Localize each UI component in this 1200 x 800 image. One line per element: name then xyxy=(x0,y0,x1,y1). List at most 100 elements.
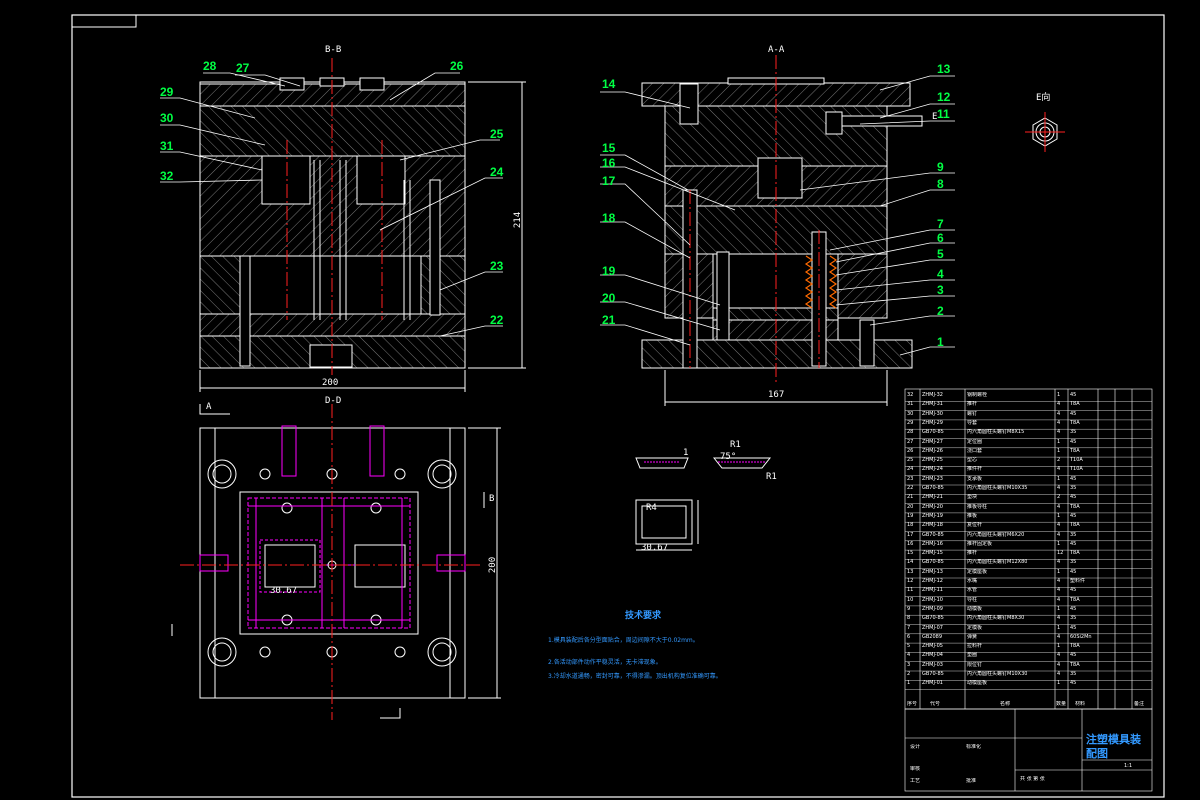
bom-cell: 4 xyxy=(1057,410,1061,417)
bom-cell: 4 xyxy=(1057,503,1061,510)
bom-cell: 9 xyxy=(907,605,911,612)
bom-cell: 4 xyxy=(907,652,911,659)
bom-cell: 内六角圆柱头螺钉M10X35 xyxy=(967,485,1028,491)
plan-section-title: D-D xyxy=(325,396,342,406)
callout-30: 30 xyxy=(160,111,174,125)
callout-19: 19 xyxy=(602,264,616,278)
callout-31: 31 xyxy=(160,139,174,153)
bom-cell: 浇口套 xyxy=(967,447,983,454)
title-check: 审核 xyxy=(910,766,921,772)
bom-cell: 60Si2Mn xyxy=(1070,633,1092,640)
bom-cell: T8A xyxy=(1070,401,1080,408)
bom-cell: ZHMJ-31 xyxy=(922,401,943,408)
bom-cell: T8A xyxy=(1070,503,1080,510)
callout-9: 9 xyxy=(937,160,944,174)
bom-cell: 5 xyxy=(907,643,911,650)
bom-cell: 45 xyxy=(1070,568,1077,575)
bom-cell: GB70-85 xyxy=(922,671,944,677)
bom-cell: T8A xyxy=(1070,522,1080,529)
bom-cell: ZHMJ-07 xyxy=(922,624,943,631)
bom-cell: GB70-85 xyxy=(922,531,944,538)
bom-cell: ZHMJ-15 xyxy=(922,550,943,557)
bom-cell: ZHMJ-30 xyxy=(922,410,943,417)
bom-header-note: 备注 xyxy=(1134,701,1145,707)
bom-cell: 45 xyxy=(1070,680,1077,687)
callout-27: 27 xyxy=(236,61,250,75)
dim-angle: 75° xyxy=(720,452,737,462)
bom-cell: 1 xyxy=(1057,624,1061,631)
title-approve: 批准 xyxy=(966,778,977,784)
bom-cell: 19 xyxy=(907,512,914,519)
bom-cell: 4 xyxy=(1057,615,1061,622)
title-scale: 1:1 xyxy=(1124,763,1133,769)
bom-cell: GB2089 xyxy=(922,633,943,640)
bom-cell: 17 xyxy=(907,531,914,538)
bom-cell: ZHMJ-26 xyxy=(922,447,943,454)
bom-cell: 复位杆 xyxy=(967,522,983,529)
bom-cell: 30 xyxy=(907,410,914,417)
tech-line-1: 1.模具装配后各分型面贴合，周边间隙不大于0.02mm。 xyxy=(548,637,699,644)
dim-r1-b: R1 xyxy=(766,472,777,482)
bom-cell: 45 xyxy=(1070,512,1077,519)
bom-cell: 1 xyxy=(1057,392,1061,398)
bom-cell: 45 xyxy=(1070,605,1077,612)
bom-header-no: 序号 xyxy=(907,701,918,707)
callout-29: 29 xyxy=(160,85,174,99)
callout-25: 25 xyxy=(490,127,504,141)
dim-right-width: 167 xyxy=(768,390,785,400)
drawing-title: 注塑模具装配图 xyxy=(1086,733,1141,760)
title-design: 设计 xyxy=(910,744,921,750)
bom-cell: ZHMJ-09 xyxy=(922,605,943,612)
callout-4: 4 xyxy=(937,267,944,281)
bom-cell: T8A xyxy=(1070,596,1080,603)
bom-cell: 24 xyxy=(907,466,914,473)
bom-cell: 推板 xyxy=(967,512,978,519)
callout-14: 14 xyxy=(602,77,616,91)
bom-cell: ZHMJ-18 xyxy=(922,522,943,529)
dim-detail-a: 30.67 xyxy=(270,586,298,596)
bom-cell: 15 xyxy=(907,550,914,557)
bom-cell: 45 xyxy=(1070,438,1077,445)
bom-cell: ZHMJ-19 xyxy=(922,512,943,519)
callout-23: 23 xyxy=(490,259,504,273)
bom-cell: 23 xyxy=(907,475,914,482)
bom-cell: 4 xyxy=(1057,578,1061,584)
bom-cell: ZHMJ-29 xyxy=(922,419,943,426)
left-section-view xyxy=(160,58,526,392)
bom-header-mat: 材料 xyxy=(1075,701,1086,707)
bom-cell: ZHMJ-10 xyxy=(922,596,943,603)
bom-cell: 4 xyxy=(1057,652,1061,659)
bom-cell: 35 xyxy=(1070,429,1077,436)
bom-cell: GB70-85 xyxy=(922,615,944,622)
bom-cell: 14 xyxy=(907,559,914,566)
callout-5: 5 xyxy=(937,247,944,261)
bom-cell: 31 xyxy=(907,401,914,408)
dim-r4: R4 xyxy=(646,503,657,513)
bom-cell: 内六角圆柱头螺钉M12X80 xyxy=(967,559,1028,566)
callout-15: 15 xyxy=(602,141,616,155)
bom-cell: 1 xyxy=(1057,605,1061,612)
dim-plan-height: 200 xyxy=(488,556,499,574)
bom-cell: 内六角圆柱头螺钉M10X30 xyxy=(967,671,1028,677)
bom-cell: 4 xyxy=(1057,485,1061,491)
bom-cell: 20 xyxy=(907,503,914,510)
dim-left-height: 214 xyxy=(513,211,524,229)
bom-cell: 4 xyxy=(1057,661,1061,668)
bom-cell: 限位钉 xyxy=(967,661,983,668)
bom-cell: T8A xyxy=(1070,419,1080,426)
bom-cell: 7 xyxy=(907,624,911,631)
bom-cell: T8A xyxy=(1070,447,1080,454)
bom-cell: 4 xyxy=(1057,596,1061,603)
bom-cell: 定模座板 xyxy=(967,568,988,575)
bom-cell: 45 xyxy=(1070,587,1077,594)
bom-cell: ZHMJ-12 xyxy=(922,578,943,584)
bom-cell: 32 xyxy=(907,392,914,398)
bom-cell: T10A xyxy=(1070,457,1083,464)
e-view-title: E向 xyxy=(1036,93,1051,103)
bom-cell: 型芯 xyxy=(967,457,978,464)
bom-cell: 45 xyxy=(1070,540,1077,547)
bom-cell: 拉料杆 xyxy=(967,643,983,650)
bom-cell: 1 xyxy=(1057,512,1061,519)
bom-cell: ZHMJ-21 xyxy=(922,494,943,501)
bom-cell: 导套 xyxy=(967,419,978,426)
